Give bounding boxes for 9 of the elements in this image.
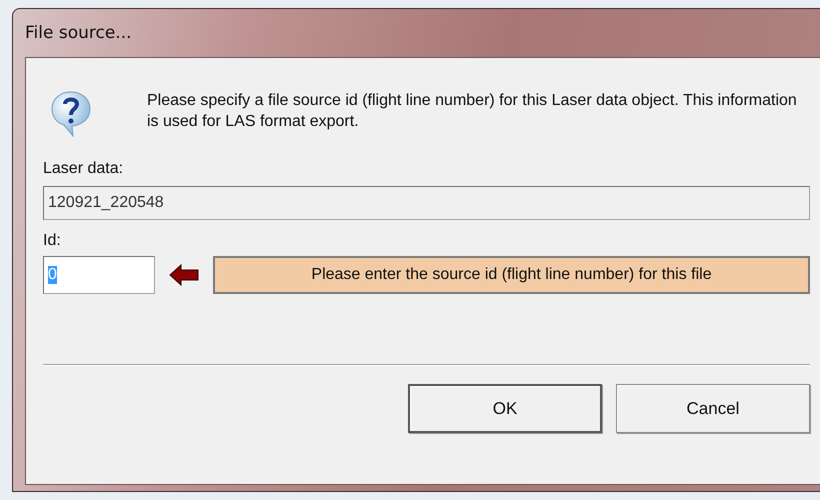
info-message: Please specify a file source id (flight line number) for this Laser data object. This information is used for LAS format export. bbox=[147, 91, 797, 132]
question-icon bbox=[51, 90, 91, 138]
hint-banner: Please enter the source id (flight line number) for this file bbox=[213, 256, 810, 294]
window-title: File source... bbox=[25, 23, 132, 43]
ok-button[interactable]: OK bbox=[408, 384, 602, 433]
arrow-icon bbox=[169, 264, 199, 286]
field-label: Id: bbox=[43, 232, 61, 249]
field-label: Laser data: bbox=[43, 160, 124, 177]
cancel-button[interactable]: Cancel bbox=[616, 384, 810, 433]
